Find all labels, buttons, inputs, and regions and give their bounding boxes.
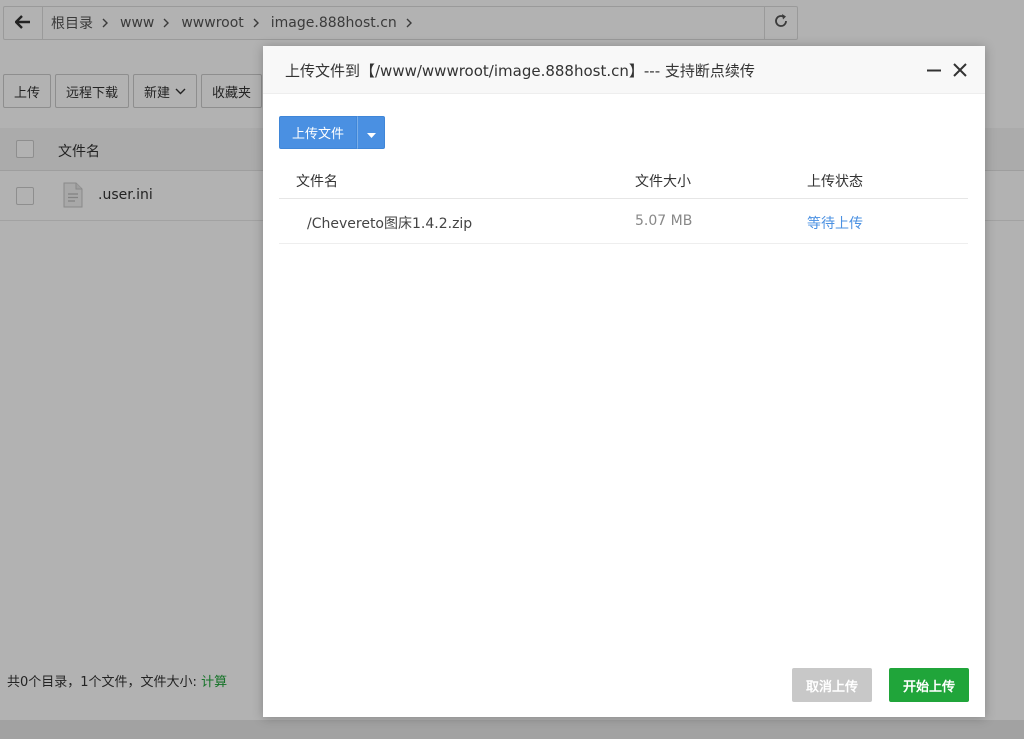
upload-file-button[interactable]: 上传文件 [279, 116, 358, 149]
table-row: /Chevereto图床1.4.2.zip 5.07 MB 等待上传 [279, 199, 968, 244]
caret-down-icon [366, 123, 376, 142]
upload-file-size: 5.07 MB [635, 213, 693, 229]
upload-file-name: /Chevereto图床1.4.2.zip [307, 216, 473, 232]
minimize-icon[interactable] [927, 62, 941, 81]
window-controls [927, 62, 967, 81]
dialog-header: 上传文件到【/www/wwwroot/image.888host.cn】--- … [263, 46, 985, 94]
dialog-title: 上传文件到【/www/wwwroot/image.888host.cn】--- … [285, 62, 755, 80]
upload-file-button-group: 上传文件 [279, 116, 386, 149]
column-filesize: 文件大小 [635, 174, 691, 190]
upload-status: 等待上传 [807, 216, 863, 232]
column-upload-status: 上传状态 [807, 174, 863, 190]
upload-dialog: 上传文件到【/www/wwwroot/image.888host.cn】--- … [263, 46, 985, 717]
cancel-upload-button[interactable]: 取消上传 [792, 668, 872, 702]
upload-options-toggle[interactable] [357, 116, 386, 149]
upload-table-header: 文件名 文件大小 上传状态 [279, 159, 968, 199]
column-filename: 文件名 [296, 174, 338, 190]
close-icon[interactable] [953, 62, 967, 81]
start-upload-button[interactable]: 开始上传 [889, 668, 969, 702]
upload-file-table: 文件名 文件大小 上传状态 /Chevereto图床1.4.2.zip 5.07… [279, 159, 968, 244]
